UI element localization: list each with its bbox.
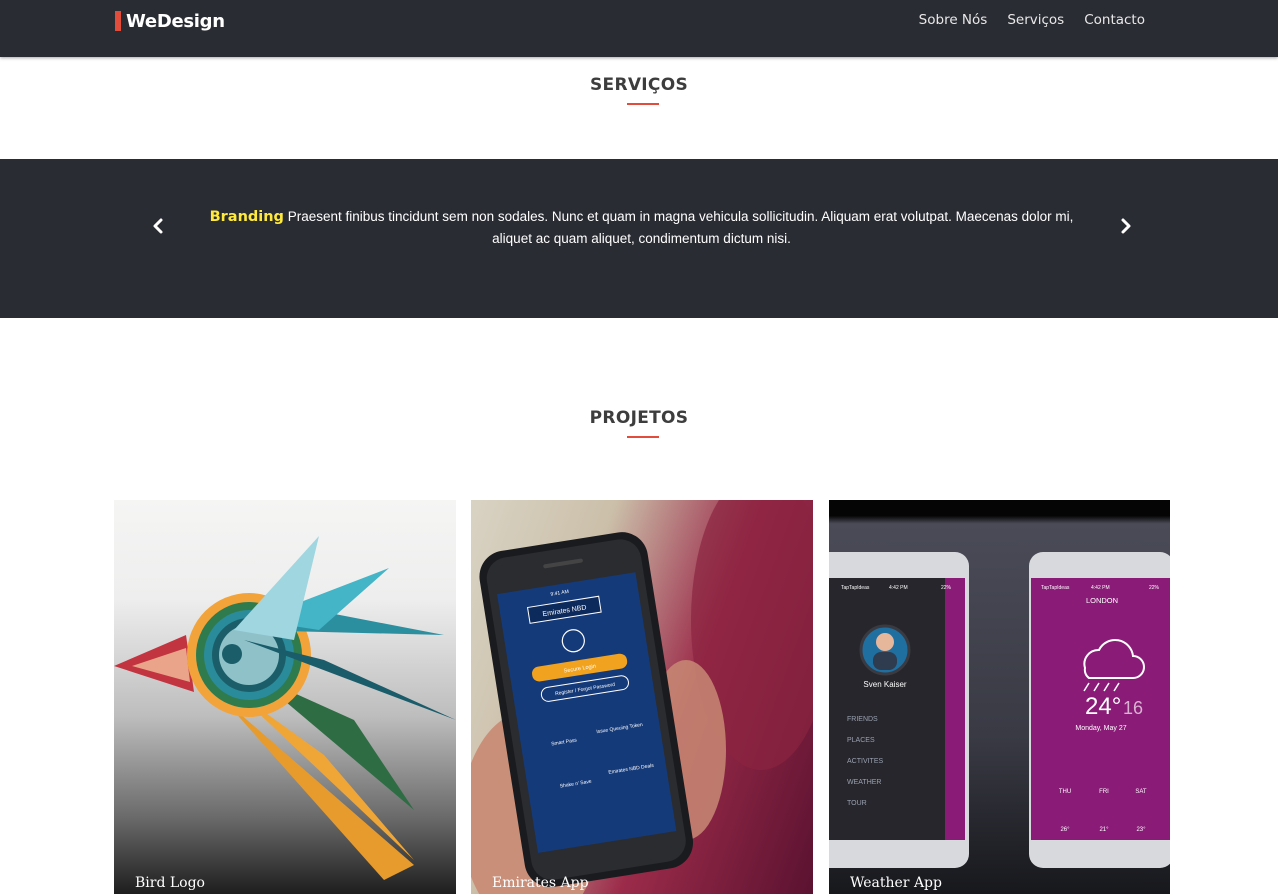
projects-title-underline: [627, 436, 659, 438]
services-carousel: Branding Praesent finibus tincidunt sem …: [0, 159, 1278, 318]
right-phone-status: TapTapIdeas: [1041, 585, 1070, 591]
carousel-slide-text: Branding Praesent finibus tincidunt sem …: [195, 206, 1088, 250]
right-phone-time: 4:42 PM: [1091, 585, 1110, 591]
project-card-bird-logo[interactable]: Bird Logo: [114, 500, 456, 894]
left-phone-menu-5: TOUR: [847, 800, 867, 807]
bird-logo-image: [114, 536, 456, 880]
left-phone-user: Sven Kaiser: [863, 680, 906, 689]
left-phone-menu-3: ACTIVITES: [847, 758, 884, 765]
brand-accent-bar: [115, 11, 121, 31]
nav-item-contacto[interactable]: Contacto: [1084, 12, 1145, 28]
emirates-app-image: 9:41 AM Emirates NBD Secure Login Regist…: [471, 500, 813, 894]
brand-logo[interactable]: WeDesign: [115, 10, 225, 32]
project-caption: Emirates App: [492, 875, 589, 891]
navbar: WeDesign Sobre Nós Serviços Contacto: [0, 0, 1278, 57]
chevron-right-icon: [1121, 218, 1131, 234]
project-card-emirates-app[interactable]: 9:41 AM Emirates NBD Secure Login Regist…: [471, 500, 813, 894]
weather-app-image: TapTapIdeas 4:42 PM 22% Sven Kaiser FRIE…: [829, 552, 1170, 868]
right-phone-city: LONDON: [1086, 596, 1118, 605]
services-title-underline: [627, 103, 659, 105]
carousel-slide-title: Branding: [209, 209, 284, 225]
right-phone-low-temperature: 16: [1123, 698, 1143, 718]
carousel-next-button[interactable]: [1114, 214, 1138, 238]
nav-item-sobre-nos[interactable]: Sobre Nós: [919, 12, 988, 28]
right-phone-day-1: THU: [1059, 789, 1071, 795]
left-phone-status: TapTapIdeas: [841, 585, 870, 591]
left-phone-time: 4:42 PM: [889, 585, 908, 591]
right-phone-day-2: FRI: [1099, 789, 1109, 795]
left-phone-menu-2: PLACES: [847, 737, 875, 744]
brand-name: WeDesign: [126, 10, 225, 32]
right-phone-day-temp-1: 26°: [1060, 827, 1070, 833]
left-phone-menu-4: WEATHER: [847, 779, 881, 786]
left-phone-menu-1: FRIENDS: [847, 716, 878, 723]
project-caption: Bird Logo: [135, 875, 205, 891]
right-phone-battery: 22%: [1149, 585, 1160, 591]
project-card-weather-app[interactable]: TapTapIdeas 4:42 PM 22% Sven Kaiser FRIE…: [829, 500, 1170, 894]
carousel-prev-button[interactable]: [146, 214, 170, 238]
project-caption: Weather App: [850, 875, 942, 891]
right-phone-temperature: 24°: [1085, 693, 1121, 720]
projects-title: PROJETOS: [589, 408, 689, 428]
right-phone-day-temp-2: 21°: [1099, 827, 1109, 833]
nav-item-servicos[interactable]: Serviços: [1007, 12, 1064, 28]
nav-menu: Sobre Nós Serviços Contacto: [899, 12, 1145, 28]
services-title: SERVIÇOS: [590, 75, 688, 95]
chevron-left-icon: [153, 218, 163, 234]
right-phone-day-3: SAT: [1135, 789, 1147, 795]
right-phone-day-temp-3: 23°: [1136, 827, 1146, 833]
carousel-slide-body: Praesent finibus tincidunt sem non sodal…: [287, 209, 1074, 246]
right-phone-date: Monday, May 27: [1075, 725, 1126, 732]
left-phone-battery: 22%: [941, 585, 952, 591]
